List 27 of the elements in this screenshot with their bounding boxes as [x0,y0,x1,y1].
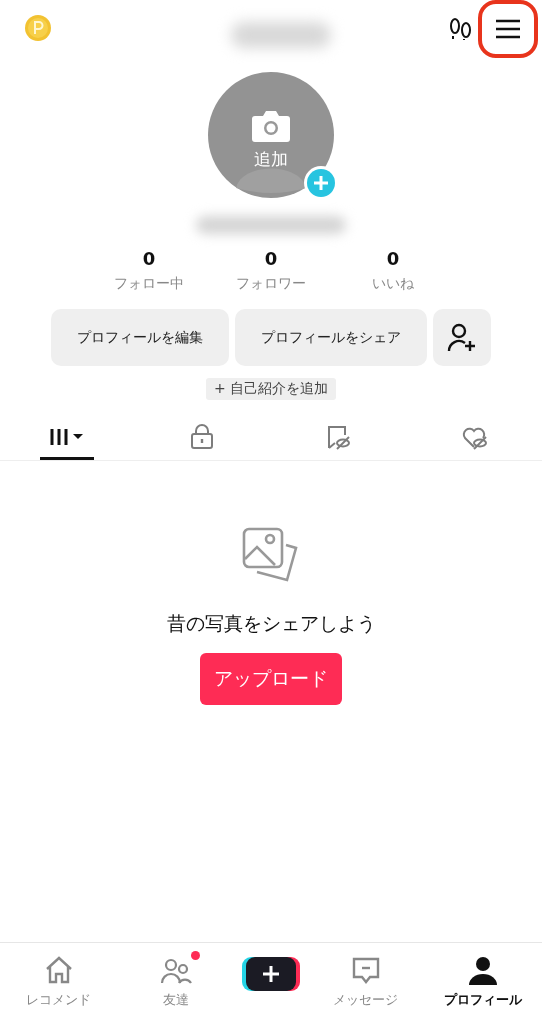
nav-item[interactable]: 友達 [128,955,225,1009]
avatar-placeholder[interactable]: 追加 [208,72,334,198]
person-plus-icon [446,321,478,354]
stat-label: フォロー中 [114,275,184,293]
plus-icon [261,964,281,984]
nav-item[interactable]: レコメンド [10,955,107,1009]
stat-count: 0 [386,248,400,269]
photos-icon [242,527,300,583]
bookmark-hidden-icon [325,423,351,450]
stat-label: フォロワー [236,275,306,293]
profile-action-button[interactable]: プロフィールを編集 [51,309,229,366]
lock-icon [189,423,215,450]
stat-count: 0 [142,248,156,269]
profile-icon [467,955,500,987]
stat-count: 0 [264,248,278,269]
nav-item[interactable]: メッセージ [317,955,414,1009]
add-friend-button[interactable] [433,309,491,366]
upload-button[interactable]: アップロード [200,653,342,705]
avatar-label: 追加 [253,148,289,171]
empty-state-message: 昔の写真をシェアしよう [166,611,376,636]
menu-icon[interactable] [494,18,522,40]
footprints-icon[interactable] [448,16,474,42]
nav-item[interactable]: プロフィール [435,955,532,1009]
camera-icon [251,110,291,142]
add-bio-button[interactable]: + 自己紹介を追加 [205,378,337,400]
profile-action-button[interactable]: プロフィールをシェア [235,309,427,366]
stat-label: いいね [372,275,414,293]
